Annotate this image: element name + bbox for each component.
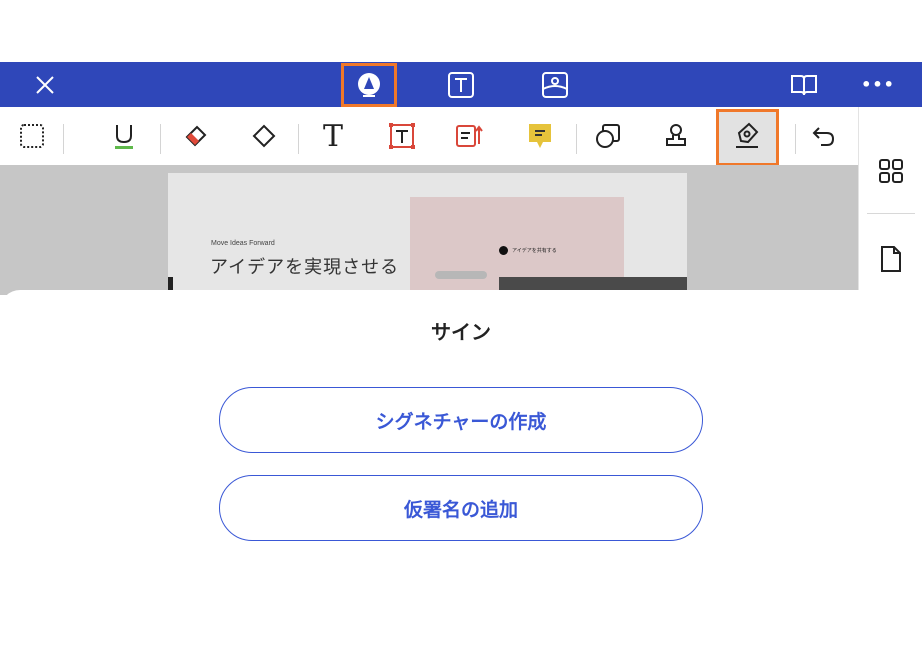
pen-tool-icon[interactable]	[343, 62, 395, 107]
undo-icon[interactable]	[804, 107, 844, 165]
eraser-icon[interactable]	[244, 107, 284, 165]
toolbar-divider	[63, 124, 64, 154]
marquee-select-icon[interactable]	[12, 107, 52, 165]
sheet-title: サイン	[431, 320, 491, 344]
page-pill	[435, 271, 487, 279]
toolbar-divider	[298, 124, 299, 154]
toolbar-divider	[160, 124, 161, 154]
book-icon[interactable]	[784, 62, 824, 107]
share-dot-icon	[499, 246, 508, 255]
underline-icon[interactable]	[104, 107, 144, 165]
right-rail	[858, 107, 922, 307]
page-share-label: アイデアを共有する	[499, 246, 557, 255]
text-tool-icon[interactable]: T	[313, 107, 353, 165]
share-text: アイデアを共有する	[512, 248, 557, 254]
document-canvas: Move Ideas Forward アイデアを実現させる アイデアを共有する	[0, 165, 858, 298]
close-icon[interactable]	[26, 62, 64, 107]
document-page: Move Ideas Forward アイデアを実現させる アイデアを共有する	[168, 173, 687, 298]
more-icon[interactable]: •••	[858, 62, 898, 107]
text-box-icon[interactable]	[382, 107, 422, 165]
image-icon[interactable]	[534, 62, 576, 107]
annotation-toolbar: T	[0, 107, 858, 166]
add-initials-button[interactable]: 仮署名の追加	[219, 475, 703, 541]
create-signature-button[interactable]: シグネチャーの作成	[219, 387, 703, 453]
top-app-bar: •••	[0, 62, 922, 107]
page-headline: アイデアを実現させる	[210, 257, 400, 278]
toolbar-divider	[795, 124, 796, 154]
app-screen: ••• T Move Ideas Forward アイデアを実現させる アイデア…	[0, 0, 922, 650]
sign-pen-icon[interactable]	[727, 107, 767, 165]
stamp-icon[interactable]	[656, 107, 696, 165]
sticky-note-icon[interactable]	[520, 107, 560, 165]
shapes-icon[interactable]	[588, 107, 628, 165]
page-icon[interactable]	[873, 241, 909, 277]
grid-view-icon[interactable]	[873, 153, 909, 189]
text-icon[interactable]	[440, 62, 482, 107]
toolbar-divider	[576, 124, 577, 154]
highlighter-eraser-icon[interactable]	[176, 107, 216, 165]
page-small-caption: Move Ideas Forward	[211, 240, 275, 247]
text-callout-icon[interactable]	[450, 107, 490, 165]
rail-divider	[867, 213, 915, 214]
sign-bottom-sheet: サイン シグネチャーの作成 仮署名の追加	[0, 290, 922, 650]
